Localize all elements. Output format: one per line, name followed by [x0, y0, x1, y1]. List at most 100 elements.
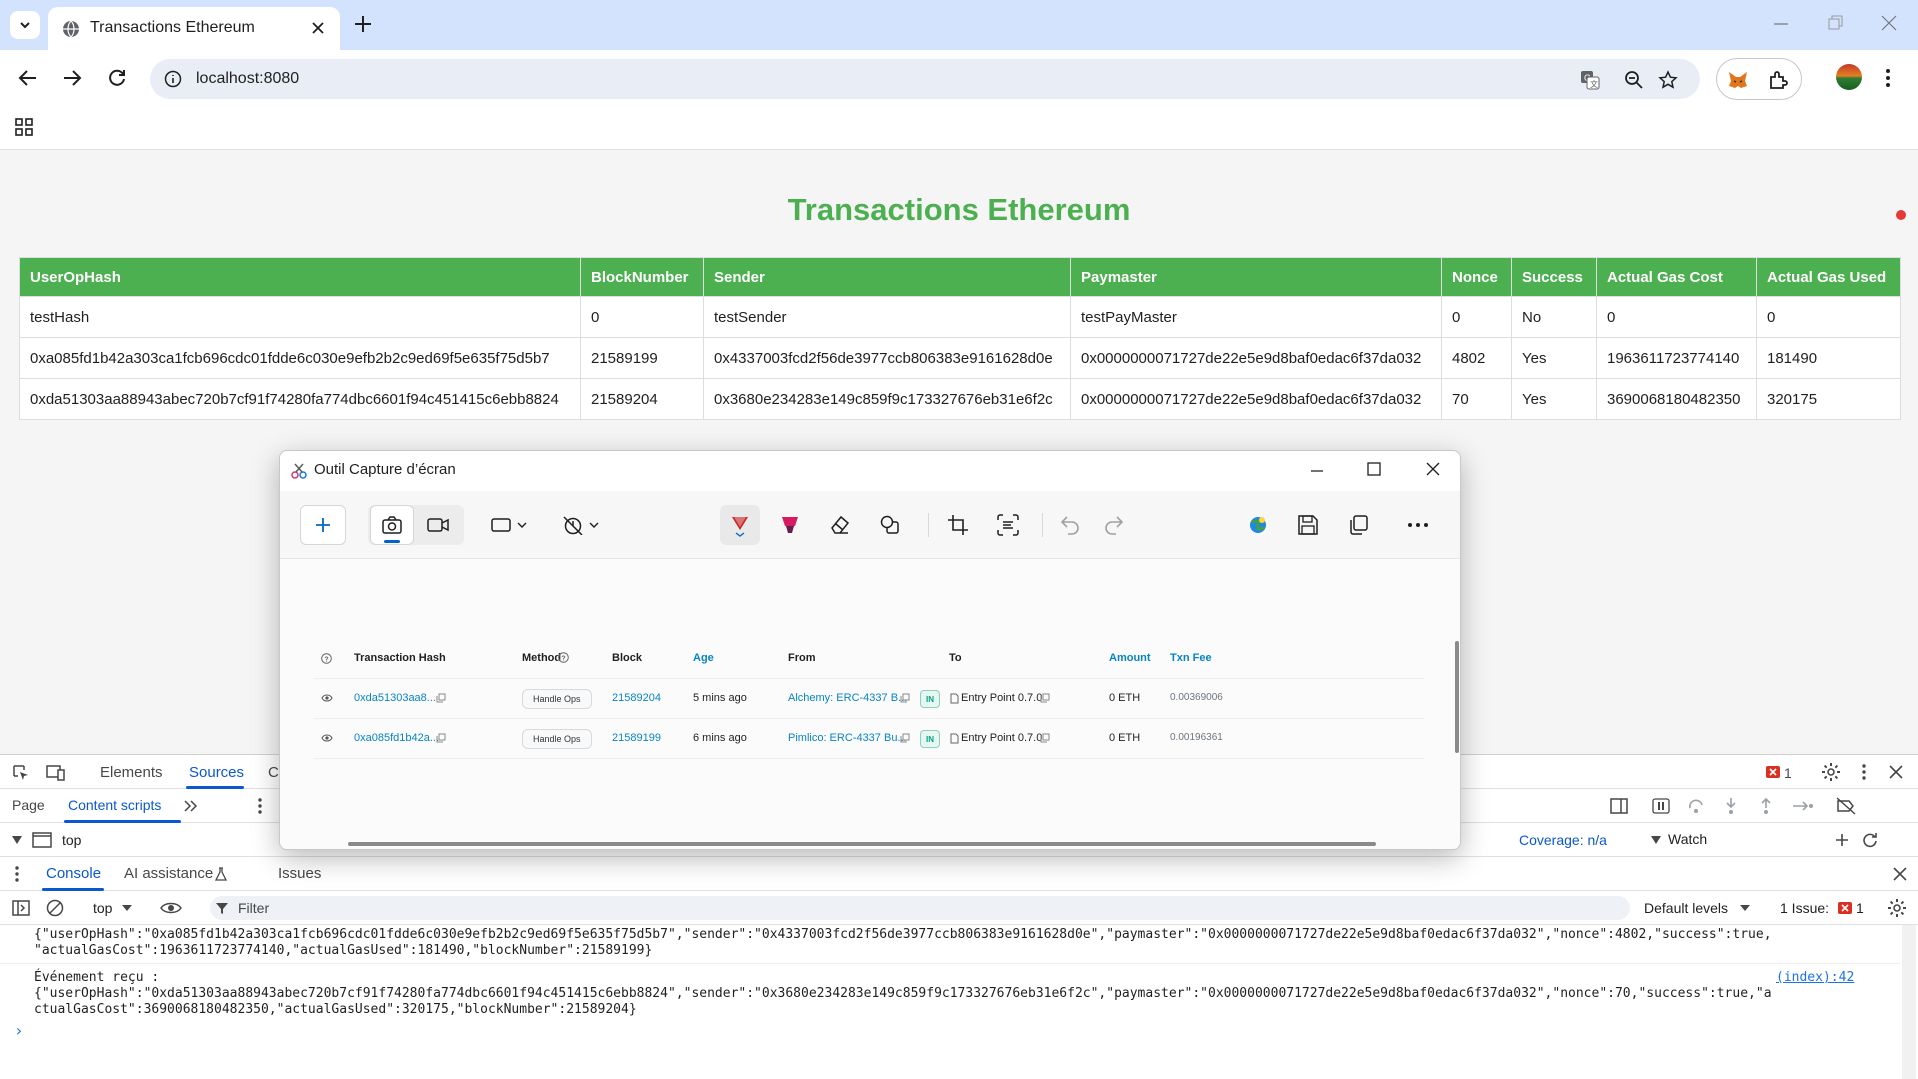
pause-icon[interactable] [1652, 797, 1670, 815]
subtab-page[interactable]: Page [12, 797, 45, 813]
issues-label[interactable]: 1 Issue: [1780, 900, 1829, 916]
crop-button[interactable] [938, 505, 978, 545]
text-actions-button[interactable] [988, 505, 1028, 545]
log-levels-dropdown[interactable]: Default levels [1644, 900, 1728, 916]
copy-button[interactable] [1338, 505, 1378, 545]
back-arrow-icon[interactable] [17, 67, 39, 89]
close-tab-icon[interactable] [310, 20, 326, 36]
close-drawer-icon[interactable] [1893, 867, 1907, 881]
browser-tab[interactable]: Transactions Ethereum [48, 7, 340, 50]
inspect-element-icon[interactable] [12, 764, 30, 782]
forward-arrow-icon[interactable] [61, 67, 83, 89]
translate-icon[interactable]: G文 [1580, 70, 1600, 90]
step-icon[interactable] [1792, 797, 1814, 815]
tab-elements[interactable]: Elements [100, 764, 163, 781]
snip-maximize-icon[interactable] [1367, 462, 1381, 476]
undo-button[interactable] [1050, 505, 1090, 545]
clear-console-icon[interactable] [46, 899, 64, 917]
extensions-puzzle-icon[interactable] [1767, 69, 1789, 91]
levels-dropdown-icon[interactable] [1740, 905, 1750, 911]
console-filter-input[interactable]: Filter [210, 896, 1630, 920]
snip-close-icon[interactable] [1426, 462, 1440, 476]
tab-ai-assistance[interactable]: AI assistance [124, 865, 213, 882]
eraser-button[interactable] [820, 505, 860, 545]
step-into-icon[interactable] [1722, 797, 1740, 815]
deactivate-breakpoints-icon[interactable] [1836, 797, 1856, 815]
watch-expand-icon[interactable] [1651, 836, 1661, 844]
redo-button[interactable] [1094, 505, 1134, 545]
device-toolbar-icon[interactable] [46, 764, 66, 782]
tab-search-button[interactable] [10, 11, 40, 39]
paint-3d-button[interactable] [1238, 505, 1278, 545]
table-cell: No [1511, 296, 1597, 338]
navigator-more-icon[interactable] [257, 797, 263, 815]
issues-count[interactable]: 1 [1856, 900, 1864, 916]
tree-top-label[interactable]: top [62, 832, 81, 848]
console-line: ctualGasCost":3690068180482350,"actualGa… [34, 1002, 637, 1017]
error-count[interactable]: 1 [1784, 765, 1792, 781]
page-title: Transactions Ethereum [787, 192, 1131, 227]
add-watch-icon[interactable] [1834, 832, 1850, 848]
redo-icon [1105, 516, 1124, 535]
settings-gear-icon[interactable] [1821, 762, 1841, 782]
console-sidebar-icon[interactable] [12, 899, 30, 917]
save-button[interactable] [1288, 505, 1328, 545]
new-tab-icon[interactable] [352, 13, 374, 35]
delay-dropdown[interactable] [556, 505, 608, 545]
reload-icon[interactable] [106, 67, 128, 89]
table-row: testHash 0 testSender testPayMaster 0 No… [19, 296, 1901, 338]
url-text[interactable]: localhost:8080 [196, 70, 299, 88]
context-dropdown-icon[interactable] [122, 905, 132, 911]
console-settings-icon[interactable] [1887, 898, 1907, 918]
shapes-button[interactable] [870, 505, 910, 545]
console-scrollbar[interactable] [1902, 925, 1916, 1079]
highlighter-button[interactable] [770, 505, 810, 545]
new-snip-button[interactable] [300, 505, 346, 545]
captured-amount: 0 ETH [1109, 692, 1141, 704]
tab-console-partial[interactable]: C [268, 764, 279, 781]
more-vertical-icon[interactable] [1884, 67, 1892, 89]
site-info-icon[interactable] [164, 70, 182, 88]
column-header: BlockNumber [580, 257, 704, 297]
toggle-sidebar-icon[interactable] [1610, 797, 1628, 815]
close-devtools-icon[interactable] [1889, 765, 1903, 779]
table-cell: 0 [1756, 296, 1901, 338]
restore-icon[interactable] [1826, 14, 1844, 32]
tab-console[interactable]: Console [46, 865, 101, 882]
minimize-icon[interactable] [1772, 14, 1790, 32]
refresh-watch-icon[interactable] [1862, 832, 1878, 848]
snip-minimize-icon[interactable] [1310, 464, 1324, 478]
step-over-icon[interactable] [1687, 797, 1705, 815]
ballpoint-pen-button[interactable] [720, 505, 760, 545]
vertical-scrollbar[interactable] [1455, 641, 1459, 753]
snip-shape-dropdown[interactable] [484, 505, 536, 545]
source-link[interactable]: (index):42 [1776, 970, 1854, 985]
drawer-more-icon[interactable] [14, 865, 20, 883]
video-mode-button[interactable] [418, 505, 458, 545]
address-bar[interactable]: localhost:8080 G文 [150, 59, 1700, 99]
tab-sources[interactable]: Sources [189, 764, 244, 781]
profile-avatar[interactable] [1836, 64, 1862, 90]
see-more-button[interactable] [1398, 505, 1438, 545]
zoom-out-icon[interactable] [1624, 70, 1644, 90]
captured-col-block: Block [612, 652, 642, 664]
window-close-icon[interactable] [1880, 14, 1898, 32]
tab-issues[interactable]: Issues [278, 865, 321, 882]
step-out-icon[interactable] [1757, 797, 1775, 815]
context-selector[interactable]: top [93, 900, 112, 916]
console-prompt[interactable]: › [14, 1021, 24, 1040]
metamask-fox-icon[interactable] [1727, 69, 1749, 91]
watch-label[interactable]: Watch [1668, 831, 1707, 847]
coverage-label[interactable]: Coverage: n/a [1519, 832, 1607, 848]
bookmark-star-icon[interactable] [1658, 70, 1678, 90]
devtools-more-icon[interactable] [1861, 763, 1867, 781]
expand-triangle-icon[interactable] [12, 836, 22, 844]
error-icon[interactable] [1766, 766, 1780, 778]
apps-grid-icon[interactable] [14, 117, 34, 137]
subtab-content-scripts[interactable]: Content scripts [68, 797, 161, 813]
screenshot-mode-button[interactable] [370, 505, 414, 545]
horizontal-scrollbar[interactable] [348, 842, 1376, 846]
live-expression-eye-icon[interactable] [160, 901, 182, 915]
timer-off-icon [563, 516, 599, 535]
more-tabs-chevron-icon[interactable] [184, 800, 198, 812]
